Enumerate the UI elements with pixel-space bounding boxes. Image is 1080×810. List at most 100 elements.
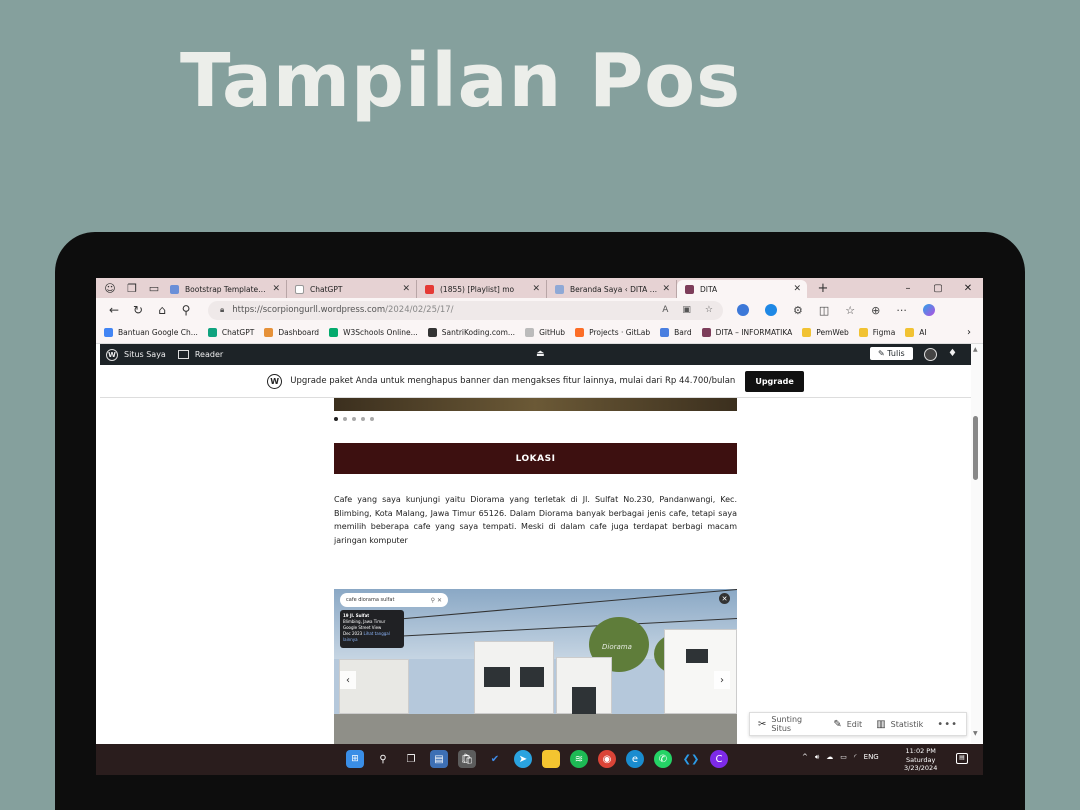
scroll-up-arrow-icon[interactable]: ▲ <box>973 346 978 353</box>
slider-dot[interactable] <box>370 417 374 421</box>
url-bar[interactable]: 🔒︎ https://scorpiongurll.wordpress.com/2… <box>208 300 723 320</box>
write-button[interactable]: ✎ Tulis <box>870 347 913 360</box>
bookmark-item[interactable]: Dashboard <box>264 328 319 337</box>
slider-dot[interactable] <box>361 417 365 421</box>
canva-icon[interactable]: C <box>710 750 728 768</box>
battery-icon[interactable]: ▭ <box>840 753 847 762</box>
close-street-view-icon[interactable]: ✕ <box>719 593 730 604</box>
start-menu-icon[interactable]: ⊞ <box>346 750 364 768</box>
scrollbar-thumb[interactable] <box>973 416 978 480</box>
copilot-icon[interactable] <box>922 304 935 316</box>
file-explorer-icon[interactable] <box>542 750 560 768</box>
maximize-button[interactable]: ▢ <box>923 283 953 294</box>
street-view-embed[interactable]: Diorama cafe diorama sulfat ⚲ ✕ 19 Jl. Su… <box>334 589 737 744</box>
edit-site-button[interactable]: ✂ Sunting Situs <box>758 715 819 733</box>
map-search-icon[interactable]: ⚲ ✕ <box>431 597 442 604</box>
favorite-star-icon[interactable]: ☆ <box>705 305 713 315</box>
telegram-icon[interactable]: ➤ <box>514 750 532 768</box>
extension-1-icon[interactable] <box>737 304 749 316</box>
close-tab-icon[interactable]: ✕ <box>532 284 540 294</box>
bookmark-item[interactable]: SantriKoding.com... <box>427 328 515 337</box>
split-screen-icon[interactable]: ◫ <box>819 304 829 317</box>
bookmark-item[interactable]: ChatGPT <box>207 328 254 337</box>
close-tab-icon[interactable]: ✕ <box>793 284 801 294</box>
bookmark-item[interactable]: W3Schools Online... <box>329 328 418 337</box>
bookmark-item[interactable]: Projects · GitLab <box>575 328 650 337</box>
taskbar-clock[interactable]: 11:02 PM Saturday 3/23/2024 <box>904 747 937 773</box>
stats-button[interactable]: ▥ Statistik <box>876 719 923 730</box>
notification-center-icon[interactable]: ▤ <box>956 753 968 764</box>
bookmark-item[interactable]: AI <box>905 328 927 337</box>
tab-actions-icon[interactable]: ▭ <box>146 280 162 296</box>
edit-button[interactable]: ✎ Edit <box>833 719 862 730</box>
tray-overflow-icon[interactable]: ^ <box>802 753 808 762</box>
bookmark-item[interactable]: GitHub <box>525 328 565 337</box>
bookmark-item[interactable]: Figma <box>858 328 895 337</box>
app-available-icon[interactable]: ▣ <box>682 305 691 315</box>
language-indicator[interactable]: ENG <box>864 753 879 762</box>
favorites-icon[interactable]: ☆ <box>845 304 855 317</box>
reader-link[interactable]: Reader <box>177 350 223 359</box>
upgrade-button[interactable]: Upgrade <box>745 370 804 392</box>
slider-dot[interactable] <box>334 417 338 421</box>
browser-tab[interactable]: DITA ✕ <box>677 280 807 298</box>
more-options-icon[interactable]: ••• <box>937 719 958 730</box>
scroll-down-arrow-icon[interactable]: ▼ <box>973 730 978 737</box>
page-scrollbar[interactable] <box>971 344 983 743</box>
chrome-icon[interactable]: ◉ <box>598 750 616 768</box>
store-icon[interactable]: 🛍︎ <box>458 750 476 768</box>
road <box>334 714 737 744</box>
close-tab-icon[interactable]: ✕ <box>402 284 410 294</box>
browser-tab[interactable]: Bootstrap Templates | Pre ✕ <box>162 280 287 298</box>
extension-2-icon[interactable] <box>765 304 777 316</box>
minimize-button[interactable]: – <box>893 283 923 294</box>
close-tab-icon[interactable]: ✕ <box>662 284 670 294</box>
whatsapp-icon[interactable]: ✆ <box>654 750 672 768</box>
task-view-icon[interactable]: ❐ <box>402 750 420 768</box>
bookmark-item[interactable]: DITA – INFORMATIKA <box>701 328 792 337</box>
location-card[interactable]: 19 Jl. Sulfat Blimbing, Jawa Timur Googl… <box>340 610 404 648</box>
user-avatar[interactable] <box>924 348 937 361</box>
collections-toolbar-icon[interactable]: ⊕ <box>871 304 880 317</box>
close-window-button[interactable]: ✕ <box>953 283 983 294</box>
new-tab-icon[interactable]: + <box>815 280 831 296</box>
collections-icon[interactable]: ❐ <box>124 280 140 296</box>
todo-icon[interactable]: ✔ <box>486 750 504 768</box>
bookmark-item[interactable]: Bantuan Google Ch... <box>104 328 198 337</box>
spotify-icon[interactable]: ≋ <box>570 750 588 768</box>
read-aloud-icon[interactable]: A <box>662 305 668 315</box>
more-menu-icon[interactable]: ··· <box>896 304 907 317</box>
back-arrow-icon[interactable]: ← <box>102 303 126 317</box>
wordpress-logo-icon[interactable]: W <box>106 348 118 361</box>
profile-avatar-icon[interactable]: ☺ <box>102 280 118 296</box>
bookmark-favicon-icon <box>329 328 339 337</box>
cloud-icon[interactable]: ☁ <box>826 753 833 762</box>
pan-left-arrow-icon[interactable]: ‹ <box>340 671 356 689</box>
taskbar-search-icon[interactable]: ⚲ <box>374 750 392 768</box>
vscode-icon[interactable]: ❮❯ <box>682 750 700 768</box>
collapse-bar-icon[interactable]: ⏏ <box>536 349 545 359</box>
browser-tab[interactable]: (1855) [Playlist] mo ✕ <box>417 280 547 298</box>
bookmarks-overflow-chevron-icon[interactable]: › <box>967 327 971 338</box>
bookmark-item[interactable]: Bard <box>660 328 692 337</box>
search-icon[interactable]: ⚲ <box>174 303 198 317</box>
page-info-icon[interactable]: 🔒︎ <box>220 305 224 315</box>
extensions-icon[interactable]: ⚙ <box>793 304 803 317</box>
home-icon[interactable]: ⌂ <box>150 303 174 317</box>
my-site-link[interactable]: Situs Saya <box>124 350 166 359</box>
volume-icon[interactable]: 🔊︎ <box>815 753 819 762</box>
slider-dot[interactable] <box>352 417 356 421</box>
bookmark-item[interactable]: PemWeb <box>802 328 849 337</box>
browser-tab[interactable]: Beranda Saya ‹ DITA — W ✕ <box>547 280 677 298</box>
edge-icon[interactable]: e <box>626 750 644 768</box>
notifications-bell-icon[interactable]: ♦ <box>948 348 957 359</box>
pan-right-arrow-icon[interactable]: › <box>714 671 730 689</box>
browser-tab[interactable]: ChatGPT ✕ <box>287 280 417 298</box>
edit-label: Edit <box>846 719 863 729</box>
refresh-icon[interactable]: ↻ <box>126 303 150 317</box>
wifi-icon[interactable]: ◜ <box>854 753 857 762</box>
widgets-icon[interactable]: ▤ <box>430 750 448 768</box>
close-tab-icon[interactable]: ✕ <box>272 284 280 294</box>
slider-dot[interactable] <box>343 417 347 421</box>
map-search-box[interactable]: cafe diorama sulfat ⚲ ✕ <box>340 593 448 607</box>
